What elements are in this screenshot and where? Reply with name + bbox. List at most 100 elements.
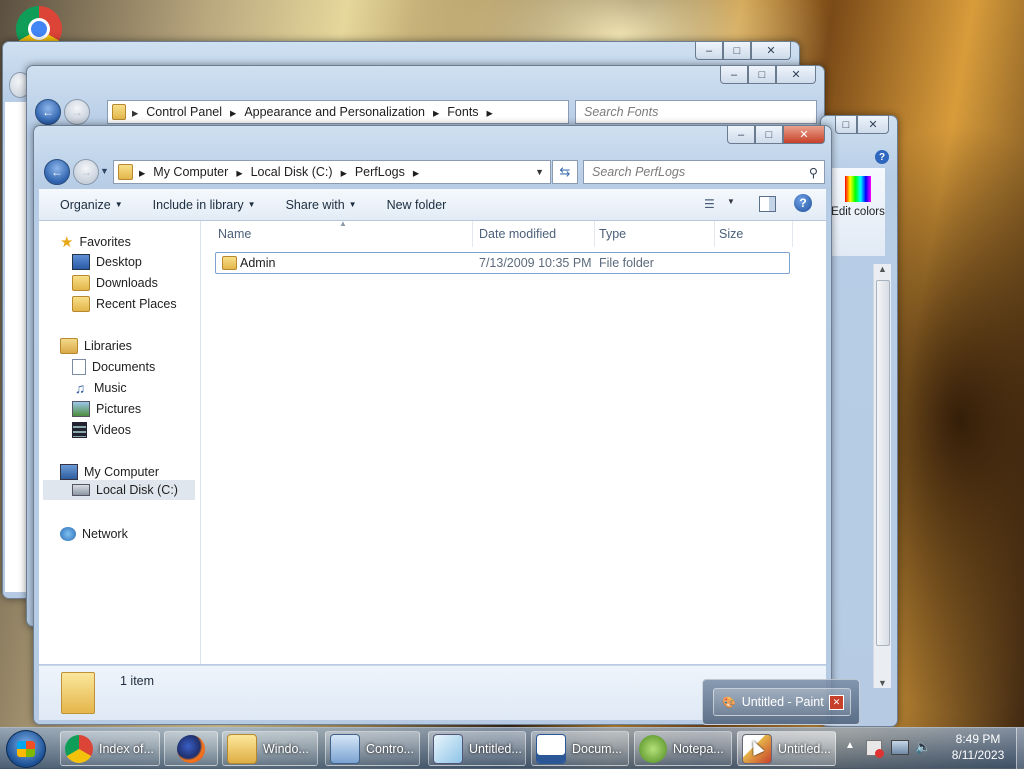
nav-recent-places[interactable]: Recent Places xyxy=(72,296,177,312)
new-folder-label: New folder xyxy=(386,197,447,212)
recent-pages-dropdown-icon[interactable]: ▼ xyxy=(100,166,109,176)
nav-my-computer[interactable]: My Computer xyxy=(60,464,159,480)
nav-downloads[interactable]: Downloads xyxy=(72,275,158,291)
maximize-button[interactable]: □ xyxy=(835,116,857,134)
network-tray-icon[interactable] xyxy=(891,740,909,755)
share-with-label: Share with xyxy=(285,197,345,212)
taskbar-notepadpp-label: Notepa... xyxy=(673,741,724,756)
preview-pane-icon[interactable] xyxy=(759,196,776,212)
forward-button[interactable]: → xyxy=(64,99,90,125)
new-folder-button[interactable]: New folder xyxy=(387,198,447,212)
help-icon[interactable]: ? xyxy=(794,194,812,212)
breadcrumb-appearance[interactable]: Appearance and Personalization xyxy=(244,105,425,119)
help-icon[interactable]: ? xyxy=(875,150,889,164)
maximize-button[interactable]: □ xyxy=(723,42,751,60)
close-button[interactable]: ✕ xyxy=(783,126,825,144)
nav-local-disk[interactable]: Local Disk (C:) xyxy=(43,480,195,500)
scroll-down-icon[interactable]: ▼ xyxy=(874,678,891,688)
nav-videos-label: Videos xyxy=(93,423,131,437)
nav-documents[interactable]: Documents xyxy=(72,359,155,375)
breadcrumb-perflogs[interactable]: PerfLogs xyxy=(355,165,405,179)
nav-libraries[interactable]: Libraries xyxy=(60,338,132,354)
folder-large-icon xyxy=(61,672,95,714)
action-center-icon[interactable] xyxy=(866,740,884,758)
recent-places-icon xyxy=(72,296,90,312)
nav-videos[interactable]: Videos xyxy=(72,422,131,438)
explorer-window[interactable]: – □ ✕ ← → ▼ ▸ My Computer ▸ Local Disk (… xyxy=(33,125,832,725)
start-button[interactable] xyxy=(6,730,46,768)
taskbar-document[interactable]: Docum... xyxy=(531,731,629,766)
breadcrumb-arrow-icon: ▸ xyxy=(486,105,493,120)
back-button[interactable]: ← xyxy=(35,99,61,125)
nav-network[interactable]: Network xyxy=(60,527,128,541)
forward-button[interactable]: → xyxy=(73,159,99,185)
refresh-icon[interactable]: ⇆ xyxy=(552,160,578,184)
folder-icon xyxy=(118,164,133,180)
breadcrumb-fonts[interactable]: Fonts xyxy=(447,105,478,119)
nav-favorites[interactable]: ★ Favorites xyxy=(60,233,131,251)
view-options-icon[interactable]: ☰ xyxy=(704,197,720,211)
scrollbar-thumb[interactable] xyxy=(876,280,890,646)
show-hidden-icons[interactable]: ▲ xyxy=(845,740,855,751)
breadcrumb-arrow-icon: ▸ xyxy=(139,165,146,180)
search-icon[interactable]: ⚲ xyxy=(809,165,818,180)
close-button[interactable]: ✕ xyxy=(857,116,889,134)
item-count: 1 item xyxy=(120,674,155,688)
chevron-down-icon: ▼ xyxy=(348,200,357,209)
minimize-button[interactable]: – xyxy=(727,126,755,144)
breadcrumb-local-disk[interactable]: Local Disk (C:) xyxy=(251,165,333,179)
maximize-button[interactable]: □ xyxy=(755,126,783,144)
close-icon[interactable]: ✕ xyxy=(829,694,844,710)
clock[interactable]: 8:49 PM 8/11/2023 xyxy=(940,731,1016,763)
minimize-button[interactable]: – xyxy=(720,66,748,84)
close-button[interactable]: ✕ xyxy=(776,66,816,84)
navigation-pane: ★ Favorites Desktop Downloads Recent Plac… xyxy=(39,221,201,664)
column-date-modified[interactable]: Date modified xyxy=(475,221,595,247)
address-bar[interactable]: ▸ My Computer ▸ Local Disk (C:) ▸ PerfLo… xyxy=(113,160,551,184)
organize-button[interactable]: Organize ▼ xyxy=(60,198,123,212)
back-button[interactable]: ← xyxy=(44,159,70,185)
taskbar-firefox[interactable] xyxy=(164,731,218,766)
fonts-search-box[interactable]: Search Fonts xyxy=(575,100,817,124)
taskbar-notepad[interactable]: Untitled... xyxy=(428,731,526,766)
search-placeholder: Search PerfLogs xyxy=(592,165,686,179)
taskbar-notepadpp[interactable]: Notepa... xyxy=(634,731,732,766)
search-box[interactable]: Search PerfLogs ⚲ xyxy=(583,160,825,184)
nav-local-disk-label: Local Disk (C:) xyxy=(96,483,178,497)
chevron-down-icon: ▼ xyxy=(247,200,256,209)
fonts-address-bar[interactable]: ▸ Control Panel ▸ Appearance and Persona… xyxy=(107,100,569,124)
paint-taskbar-preview[interactable]: 🎨 Untitled - Paint ✕ xyxy=(702,679,860,725)
taskbar-chrome[interactable]: Index of... xyxy=(60,731,160,766)
nav-favorites-label: Favorites xyxy=(79,235,131,249)
volume-muted-icon[interactable]: 🔈 xyxy=(915,739,931,755)
share-with-button[interactable]: Share with ▼ xyxy=(286,198,357,212)
minimize-button[interactable]: – xyxy=(695,42,723,60)
control-panel-icon xyxy=(330,733,360,764)
close-button[interactable]: ✕ xyxy=(751,42,791,60)
column-name[interactable]: Name xyxy=(214,221,473,247)
show-desktop-button[interactable] xyxy=(1016,728,1024,769)
taskbar-paint-label: Untitled... xyxy=(778,741,831,756)
scroll-up-icon[interactable]: ▲ xyxy=(874,264,891,274)
taskbar-control-panel[interactable]: Contro... xyxy=(325,731,420,766)
table-row[interactable]: Admin 7/13/2009 10:35 PM File folder xyxy=(215,252,790,274)
column-size[interactable]: Size xyxy=(715,221,793,247)
breadcrumb-my-computer[interactable]: My Computer xyxy=(153,165,228,179)
address-dropdown-icon[interactable]: ▼ xyxy=(535,167,544,177)
edit-colors-button[interactable]: Edit colors xyxy=(831,168,885,256)
nav-music[interactable]: ♫ Music xyxy=(72,380,127,396)
view-dropdown-icon[interactable]: ▼ xyxy=(727,197,735,206)
include-in-library-label: Include in library xyxy=(152,197,244,212)
breadcrumb-control-panel[interactable]: Control Panel xyxy=(146,105,222,119)
vertical-scrollbar[interactable]: ▲ ▼ xyxy=(873,264,891,688)
nav-recent-places-label: Recent Places xyxy=(96,297,177,311)
maximize-button[interactable]: □ xyxy=(748,66,776,84)
taskbar-explorer[interactable]: Windo... xyxy=(222,731,318,766)
column-type[interactable]: Type xyxy=(595,221,715,247)
file-name: Admin xyxy=(240,256,276,270)
nav-pictures[interactable]: Pictures xyxy=(72,401,141,417)
folder-icon xyxy=(112,104,126,120)
nav-documents-label: Documents xyxy=(92,360,156,374)
nav-desktop[interactable]: Desktop xyxy=(72,254,142,270)
include-in-library-button[interactable]: Include in library ▼ xyxy=(153,198,256,212)
